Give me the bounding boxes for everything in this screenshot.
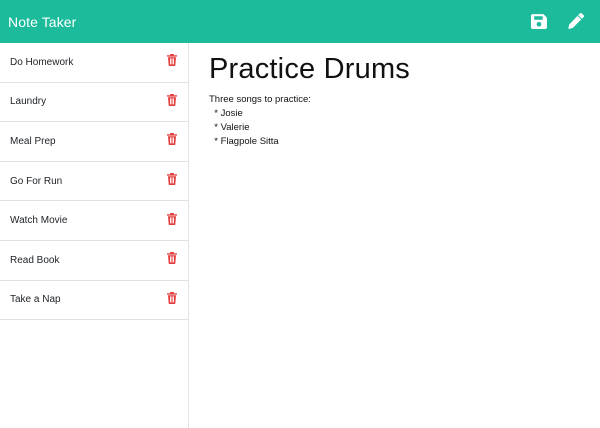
save-icon[interactable] — [531, 13, 548, 30]
nav-actions — [531, 13, 584, 30]
pencil-icon[interactable] — [567, 13, 584, 30]
note-title[interactable]: Do Homework — [10, 57, 73, 68]
list-item[interactable]: Laundry — [0, 83, 188, 123]
note-title-input[interactable]: Practice Drums — [209, 54, 600, 84]
list-item[interactable]: Meal Prep — [0, 122, 188, 162]
list-item[interactable]: Do Homework — [0, 43, 188, 83]
note-title[interactable]: Go For Run — [10, 176, 62, 187]
trash-icon[interactable] — [167, 133, 177, 146]
note-textarea[interactable]: Three songs to practice: * Josie * Valer… — [209, 93, 589, 149]
list-item[interactable]: Watch Movie — [0, 201, 188, 241]
trash-icon[interactable] — [167, 252, 177, 265]
note-title[interactable]: Meal Prep — [10, 136, 56, 147]
trash-icon[interactable] — [167, 212, 177, 225]
trash-icon[interactable] — [167, 93, 177, 106]
note-list: Do Homework Laundry Meal Prep Go For Run… — [0, 43, 188, 321]
list-item[interactable]: Go For Run — [0, 162, 188, 202]
list-item[interactable]: Take a Nap — [0, 281, 188, 321]
brand-title[interactable]: Note Taker — [8, 14, 76, 30]
trash-icon[interactable] — [167, 173, 177, 186]
trash-icon[interactable] — [167, 54, 177, 67]
note-title[interactable]: Read Book — [10, 255, 59, 266]
note-title[interactable]: Take a Nap — [10, 294, 61, 305]
navbar: Note Taker — [0, 0, 600, 43]
note-editor: Practice Drums Three songs to practice: … — [190, 43, 600, 428]
note-title[interactable]: Watch Movie — [10, 215, 67, 226]
list-item[interactable]: Read Book — [0, 241, 188, 281]
trash-icon[interactable] — [167, 291, 177, 304]
note-title[interactable]: Laundry — [10, 96, 46, 107]
notes-sidebar: Do Homework Laundry Meal Prep Go For Run… — [0, 43, 189, 428]
